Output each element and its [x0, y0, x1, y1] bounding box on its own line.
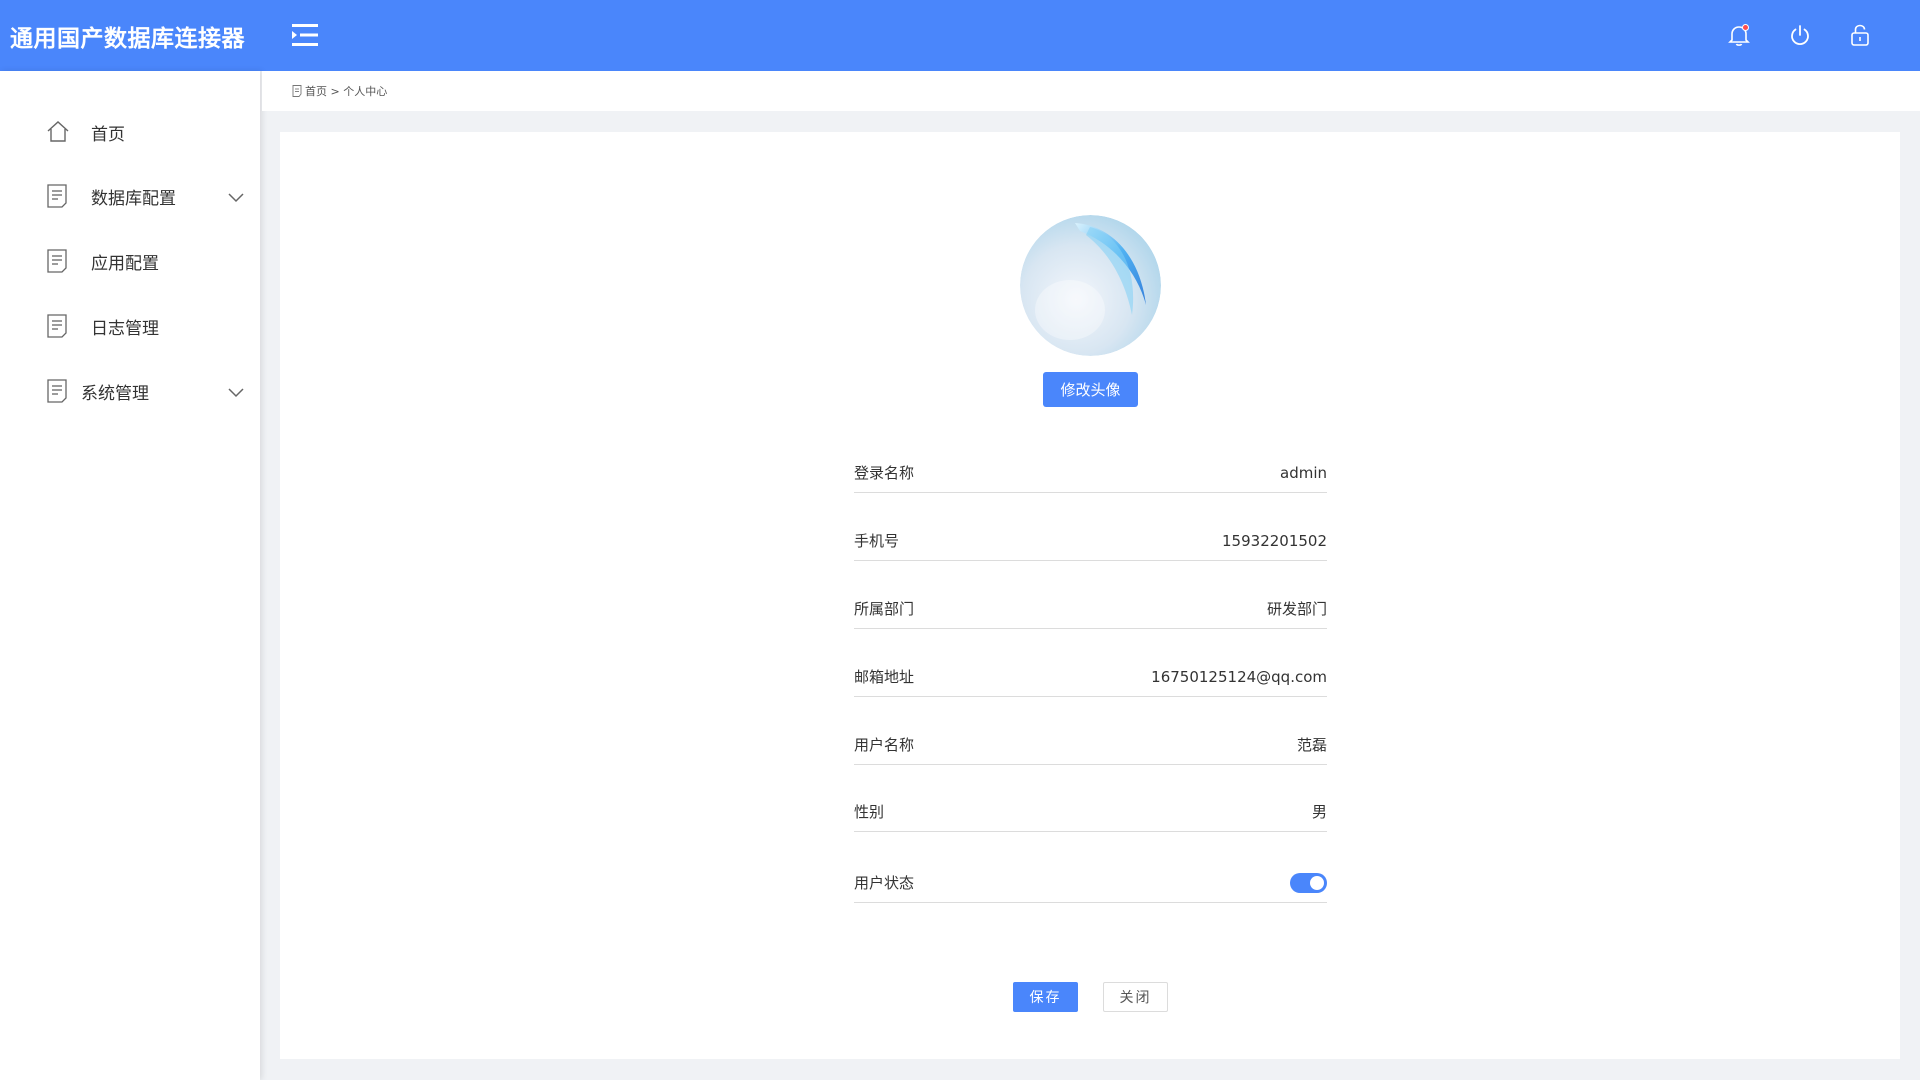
- chevron-down-icon: [226, 189, 246, 203]
- user-status-toggle[interactable]: [1290, 872, 1327, 893]
- field-label: 性别: [854, 803, 885, 821]
- sidebar-item-label: 应用配置: [91, 253, 159, 274]
- form-row-phone: 手机号 15932201502: [854, 521, 1327, 561]
- breadcrumb: 首页 > 个人中心: [292, 83, 387, 99]
- form-row-email: 邮箱地址 16750125124@qq.com: [854, 657, 1327, 697]
- power-icon[interactable]: [1787, 22, 1813, 48]
- breadcrumb-bar: 首页 > 个人中心: [262, 71, 1920, 111]
- avatar: [1020, 215, 1161, 356]
- sidebar-item-database-config[interactable]: 数据库配置: [0, 176, 260, 216]
- field-label: 用户状态: [854, 874, 915, 892]
- field-value[interactable]: 研发部门: [1267, 598, 1327, 619]
- change-avatar-button[interactable]: 修改头像: [1043, 372, 1138, 407]
- sidebar-item-log-management[interactable]: 日志管理: [0, 306, 260, 346]
- breadcrumb-text[interactable]: 首页 > 个人中心: [305, 83, 387, 99]
- sidebar-item-label: 首页: [91, 124, 125, 145]
- menu-toggle-icon[interactable]: [290, 22, 320, 48]
- field-value[interactable]: 16750125124@qq.com: [1151, 668, 1327, 686]
- form-row-department: 所属部门 研发部门: [854, 589, 1327, 629]
- sidebar: 首页 数据库配置 应用配置 日志管理 系统管理: [0, 71, 260, 1080]
- lock-icon[interactable]: [1847, 22, 1873, 48]
- field-label: 邮箱地址: [854, 668, 915, 686]
- bell-icon[interactable]: [1726, 22, 1752, 48]
- field-label: 所属部门: [854, 600, 915, 618]
- sidebar-item-system-management[interactable]: 系统管理: [0, 371, 260, 411]
- home-icon: [46, 120, 69, 144]
- field-label: 用户名称: [854, 736, 915, 754]
- field-value[interactable]: 男: [1312, 801, 1327, 822]
- sidebar-item-label: 系统管理: [81, 383, 149, 404]
- top-header: 通用国产数据库连接器: [0, 0, 1920, 71]
- save-button[interactable]: 保存: [1013, 982, 1078, 1012]
- form-row-login-name: 登录名称 admin: [854, 453, 1327, 493]
- document-icon: [46, 314, 68, 338]
- chevron-down-icon: [226, 384, 246, 398]
- form-row-user-name: 用户名称 范磊: [854, 725, 1327, 765]
- close-button[interactable]: 关闭: [1103, 982, 1168, 1012]
- form-row-gender: 性别 男: [854, 792, 1327, 832]
- document-icon: [292, 85, 302, 97]
- sidebar-item-label: 数据库配置: [91, 188, 176, 209]
- sidebar-item-app-config[interactable]: 应用配置: [0, 241, 260, 281]
- field-label: 手机号: [854, 532, 900, 550]
- sidebar-item-home[interactable]: 首页: [0, 112, 260, 152]
- field-value[interactable]: 范磊: [1297, 734, 1327, 755]
- document-icon: [46, 379, 68, 403]
- sidebar-item-label: 日志管理: [91, 318, 159, 339]
- document-icon: [46, 184, 68, 208]
- form-row-user-status: 用户状态: [854, 863, 1327, 903]
- field-label: 登录名称: [854, 464, 915, 482]
- field-value[interactable]: 15932201502: [1222, 532, 1327, 550]
- app-title: 通用国产数据库连接器: [10, 25, 245, 52]
- field-value[interactable]: admin: [1280, 464, 1327, 482]
- document-icon: [46, 249, 68, 273]
